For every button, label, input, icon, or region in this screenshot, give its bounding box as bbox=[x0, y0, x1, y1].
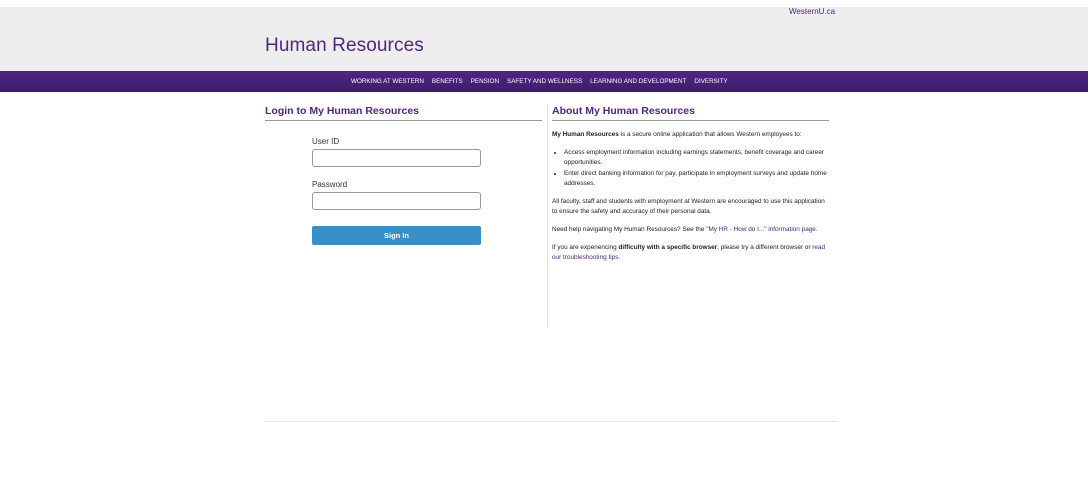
about-para-help: Need help navigating My Human Resources?… bbox=[552, 225, 829, 235]
nav-item-learning-and-development[interactable]: LEARNING AND DEVELOPMENT bbox=[590, 78, 686, 85]
main-nav: WORKING AT WESTERN BENEFITS PENSION SAFE… bbox=[0, 71, 1088, 92]
nav-item-working-at-western[interactable]: WORKING AT WESTERN bbox=[351, 78, 424, 85]
about-para-encouraged: All faculty, staff and students with emp… bbox=[552, 198, 825, 215]
userid-input[interactable] bbox=[312, 149, 481, 167]
about-intro: My Human Resources is a secure online ap… bbox=[552, 130, 829, 140]
about-panel: About My Human Resources My Human Resour… bbox=[552, 105, 829, 271]
nav-item-benefits[interactable]: BENEFITS bbox=[432, 78, 463, 85]
help-text: Need help navigating My Human Resources?… bbox=[552, 226, 707, 233]
nav-item-safety-and-wellness[interactable]: SAFETY AND WELLNESS bbox=[507, 78, 582, 85]
about-intro-bold: My Human Resources bbox=[552, 131, 619, 138]
about-bullets: Access employment information including … bbox=[564, 148, 829, 189]
westernu-link[interactable]: WesternU.ca bbox=[789, 7, 835, 16]
about-bullet: Enter direct banking information for pay… bbox=[564, 169, 829, 189]
about-bullet: Access employment information including … bbox=[564, 148, 829, 168]
nav-item-diversity[interactable]: DIVERSITY bbox=[694, 78, 727, 85]
top-strip bbox=[0, 0, 1088, 7]
password-label: Password bbox=[312, 180, 348, 189]
browser-text-mid: , please try a different browser or bbox=[717, 244, 813, 251]
login-title: Login to My Human Resources bbox=[265, 105, 542, 121]
userid-label: User ID bbox=[312, 137, 340, 146]
nav-item-pension[interactable]: PENSION bbox=[471, 78, 499, 85]
column-divider bbox=[547, 105, 548, 327]
footer-divider bbox=[265, 421, 838, 422]
nav-list: WORKING AT WESTERN BENEFITS PENSION SAFE… bbox=[351, 71, 736, 92]
site-title[interactable]: Human Resources bbox=[265, 35, 424, 57]
about-body: My Human Resources is a secure online ap… bbox=[552, 130, 829, 263]
site-header: WesternU.ca Human Resources bbox=[0, 7, 1088, 71]
browser-text-bold: difficulty with a specific browser bbox=[618, 244, 718, 251]
browser-text-pre: If you are experiencing bbox=[552, 244, 619, 251]
password-input[interactable] bbox=[312, 192, 481, 210]
sign-in-button[interactable]: Sign In bbox=[312, 226, 481, 245]
about-intro-text: is a secure online application that allo… bbox=[618, 131, 802, 138]
about-title: About My Human Resources bbox=[552, 105, 829, 121]
login-panel: Login to My Human Resources User ID Pass… bbox=[265, 105, 542, 245]
how-do-i-link[interactable]: "My HR - How do I..." information page. bbox=[706, 226, 817, 233]
about-para-browser: If you are experiencing difficulty with … bbox=[552, 243, 829, 263]
